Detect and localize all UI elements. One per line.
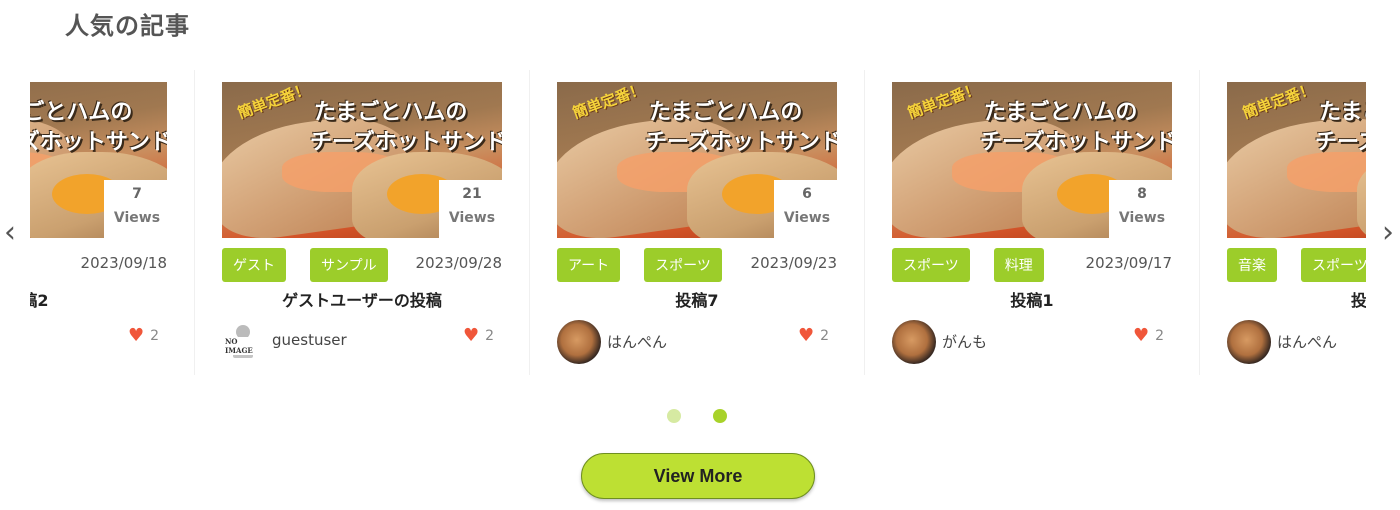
view-more-button[interactable]: View More	[581, 453, 815, 499]
thumbnail-title-line: たまごとハムの	[649, 100, 803, 125]
author-name[interactable]: はんぺん	[607, 331, 667, 352]
pagination-dot[interactable]	[702, 398, 738, 434]
thumbnail-title-line: チーズホットサンド	[980, 130, 1172, 155]
post-title[interactable]: ゲストユーザーの投稿	[195, 287, 529, 311]
tag-badge[interactable]: スポーツ	[1301, 248, 1366, 282]
author-name[interactable]: guestuser	[272, 331, 347, 349]
views-counter: 6 Views	[774, 180, 840, 240]
post-date: 2023/09/28	[415, 254, 502, 272]
thumbnail-title-line: たまごとハムの	[984, 100, 1138, 125]
tag-badge[interactable]: 料理	[993, 248, 1044, 282]
thumbnail-title-line: たまごとハムの	[30, 100, 133, 125]
thumbnail-food-shape	[1287, 152, 1366, 192]
thumbnail-title-line: チーズホットサンド	[30, 130, 167, 155]
section-title: 人気の記事	[65, 12, 190, 40]
avatar-placeholder-text: NO IMAGE	[224, 337, 266, 355]
views-counter: 8 Views	[1109, 180, 1175, 240]
views-label: Views	[448, 210, 496, 226]
like-count: 2	[820, 328, 829, 344]
avatar[interactable]	[1227, 320, 1271, 364]
post-title[interactable]: 投稿2	[30, 287, 194, 311]
avatar[interactable]	[557, 320, 601, 364]
tag-badge[interactable]: サンプル	[310, 248, 388, 282]
like-counter[interactable]: ♥ 2	[798, 327, 829, 345]
thumbnail-title-line: チーズホットサンド	[645, 130, 837, 155]
post-title[interactable]: 投稿	[1200, 287, 1366, 311]
thumbnail-badge-text: 簡単定番！	[905, 82, 983, 123]
pagination-dot-indicator	[667, 409, 681, 423]
heart-icon[interactable]: ♥	[798, 327, 814, 345]
views-label: Views	[783, 210, 831, 226]
carousel-track: 簡単定番！たまごとハムのチーズホットサンド7Views料理2023/09/18投…	[30, 70, 1366, 375]
thumbnail-title-line: チーズホットサンド	[1315, 130, 1366, 155]
post-date: 2023/09/23	[750, 254, 837, 272]
tag-list: 音楽 スポーツ	[1227, 248, 1366, 282]
like-counter[interactable]: ♥ 2	[128, 327, 159, 345]
article-card[interactable]: 簡単定番！たまごとハムのチーズホットサンド音楽スポーツ投稿はんぺん	[1200, 70, 1366, 375]
views-label: Views	[113, 210, 161, 226]
article-card[interactable]: 簡単定番！たまごとハムのチーズホットサンド7Views料理2023/09/18投…	[30, 70, 195, 375]
views-count: 8	[1137, 186, 1147, 202]
views-count: 21	[462, 186, 482, 202]
thumbnail-title-line: たまごとハムの	[314, 100, 468, 125]
article-thumbnail[interactable]: 簡単定番！たまごとハムのチーズホットサンド	[1227, 82, 1366, 238]
chevron-left-icon[interactable]: ‹	[4, 218, 16, 248]
article-card[interactable]: 簡単定番！ たまごとハムのチーズホットサンド 8 Views スポーツ 料理 2023/09…	[865, 70, 1200, 375]
like-count: 2	[485, 328, 494, 344]
like-count: 2	[150, 328, 159, 344]
thumbnail-title-line: チーズホットサンド	[310, 130, 502, 155]
article-card[interactable]: 簡単定番！ たまごとハムのチーズホットサンド 6 Views アート スポーツ 2023/0…	[530, 70, 865, 375]
thumbnail-title-line: たまごとハムの	[1319, 100, 1366, 125]
pagination-dot-indicator	[713, 409, 727, 423]
tag-badge[interactable]: スポーツ	[892, 248, 970, 282]
views-count: 6	[802, 186, 812, 202]
tag-list: アート スポーツ	[557, 248, 722, 282]
heart-icon[interactable]: ♥	[128, 327, 144, 345]
post-date: 2023/09/17	[1085, 254, 1172, 272]
post-title[interactable]: 投稿7	[530, 287, 864, 311]
heart-icon[interactable]: ♥	[463, 327, 479, 345]
like-count: 2	[1155, 328, 1164, 344]
carousel-viewport: 簡単定番！たまごとハムのチーズホットサンド7Views料理2023/09/18投…	[30, 70, 1366, 375]
pagination-dot[interactable]	[656, 398, 692, 434]
tag-badge[interactable]: スポーツ	[644, 248, 722, 282]
post-date: 2023/09/18	[80, 254, 167, 272]
thumbnail-badge-text: 簡単定番！	[1240, 82, 1318, 123]
views-counter: 21 Views	[439, 180, 505, 240]
tag-badge[interactable]: ゲスト	[222, 248, 286, 282]
views-label: Views	[1118, 210, 1166, 226]
article-card[interactable]: 簡単定番！ たまごとハムのチーズホットサンド 21 Views ゲスト サンプル 2023/…	[195, 70, 530, 375]
thumbnail-badge-text: 簡単定番！	[235, 82, 313, 123]
post-title[interactable]: 投稿1	[865, 287, 1199, 311]
chevron-right-icon[interactable]: ›	[1382, 218, 1394, 248]
views-count: 7	[132, 186, 142, 202]
carousel-pagination	[656, 398, 738, 434]
heart-icon[interactable]: ♥	[1133, 327, 1149, 345]
tag-list: ゲスト サンプル	[222, 248, 388, 282]
author-name[interactable]: がんも	[942, 331, 987, 352]
avatar[interactable]: NO IMAGE	[222, 320, 266, 364]
views-counter: 7 Views	[104, 180, 170, 240]
like-counter[interactable]: ♥ 2	[463, 327, 494, 345]
tag-badge[interactable]: 音楽	[1227, 248, 1277, 282]
tag-badge[interactable]: アート	[557, 248, 621, 282]
author-name[interactable]: はんぺん	[1277, 331, 1337, 352]
avatar[interactable]	[892, 320, 936, 364]
like-counter[interactable]: ♥ 2	[1133, 327, 1164, 345]
tag-list: スポーツ 料理	[892, 248, 1044, 282]
thumbnail-badge-text: 簡単定番！	[570, 82, 648, 123]
